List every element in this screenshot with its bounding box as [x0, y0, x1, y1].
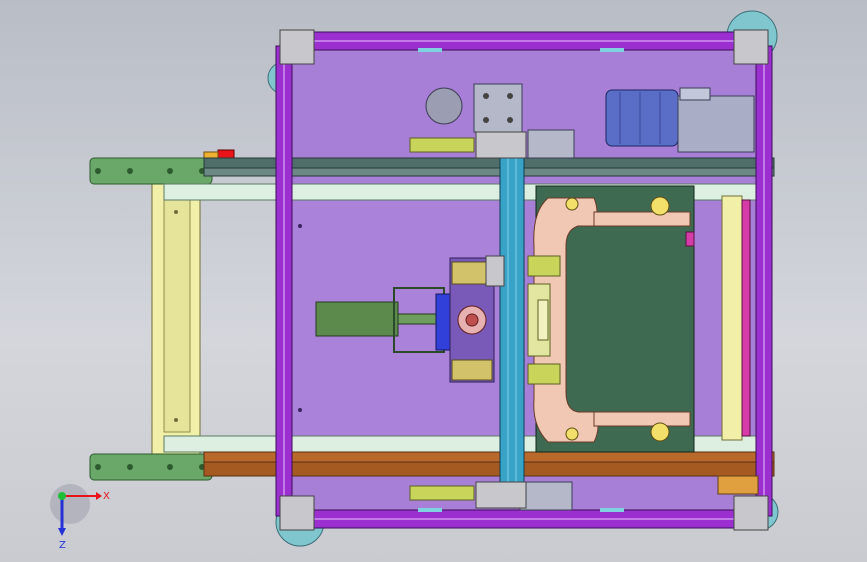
triad-x-arrow [96, 492, 102, 500]
triad-shadow [50, 484, 90, 524]
clamp-jaw [527, 363, 561, 385]
frame-label-slot [418, 508, 442, 512]
gear-motor [605, 87, 755, 153]
locating-pin [565, 197, 579, 211]
center-clamp-jaw [537, 299, 549, 341]
right-end-block [717, 475, 759, 495]
fixture-arm-top [593, 211, 691, 227]
fixture-bottom [451, 359, 493, 381]
corner-bracket [733, 29, 769, 65]
triad-y-origin [58, 492, 66, 500]
cad-viewport[interactable]: X Z [0, 0, 867, 562]
triad-z-label: Z [59, 540, 66, 551]
guide-hole [174, 418, 178, 422]
clamp-jaw [527, 255, 561, 277]
plate-screw [298, 224, 302, 228]
motor-body [605, 89, 679, 147]
right-yellow-guide [721, 195, 743, 441]
bracket-bolt [167, 464, 173, 470]
locating-pin [650, 422, 670, 442]
bracket-bolt [95, 168, 101, 174]
cylinder-body [315, 301, 399, 337]
triad-x-label: X [103, 491, 110, 502]
upper-rail-bar [89, 157, 213, 185]
plate-screw [298, 408, 302, 412]
guide-hole [174, 210, 178, 214]
bracket-bolt [167, 168, 173, 174]
block-bolt [483, 117, 489, 123]
bracket-plate-bottom [519, 481, 573, 511]
block-bolt [483, 93, 489, 99]
beam-cap-top [475, 131, 527, 159]
block-bolt [507, 93, 513, 99]
bracket-bolt [127, 168, 133, 174]
gripper-block [485, 255, 505, 287]
beam-body [499, 131, 525, 505]
bearing-center [465, 313, 479, 327]
bracket-bolt [95, 464, 101, 470]
block-bolt [507, 117, 513, 123]
corner-bracket [279, 495, 315, 531]
gearbox-flange [679, 87, 711, 101]
frame-label-slot [600, 48, 624, 52]
corner-bracket [279, 29, 315, 65]
left-guide-inner [163, 199, 191, 433]
triad-z-arrow [58, 528, 66, 536]
bracket-bolt [127, 464, 133, 470]
corner-bracket [733, 495, 769, 531]
lower-rail-bar [89, 453, 213, 481]
coordinate-triad-icon: X Z [50, 484, 110, 551]
locating-pin [565, 427, 579, 441]
sensor-pin [685, 231, 695, 247]
assembly-drawing[interactable]: X Z [0, 0, 867, 562]
gearbox [677, 95, 755, 153]
mounting-block [473, 83, 523, 133]
right-pink-rod [741, 199, 751, 437]
cylinder-bottom [409, 485, 475, 501]
cylinder-top [409, 137, 475, 153]
rotary-disk [435, 293, 451, 351]
fixture-arm-bottom [593, 411, 691, 427]
locating-pin [650, 196, 670, 216]
bracket-plate [527, 129, 575, 159]
cylinder-rod [397, 313, 443, 325]
plate-hole-round [425, 87, 463, 125]
beam-cap-bottom [475, 481, 527, 509]
workpiece-fixture [527, 185, 695, 453]
frame-label-slot [418, 48, 442, 52]
frame-label-slot [600, 508, 624, 512]
